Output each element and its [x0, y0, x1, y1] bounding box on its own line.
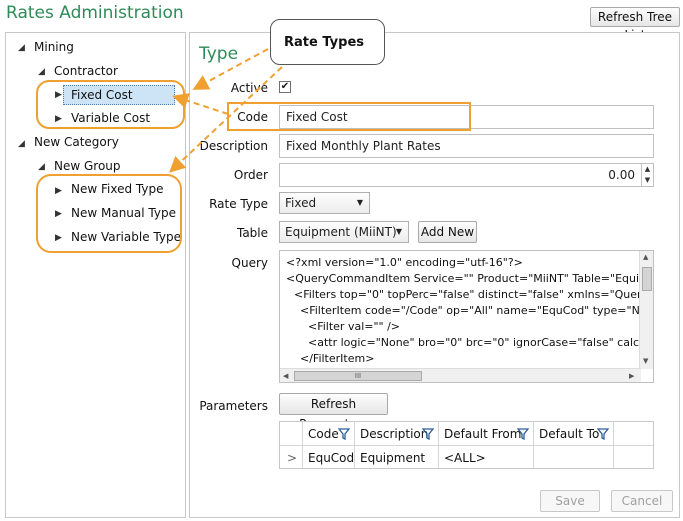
expand-triangle-icon[interactable]: ▶ [55, 233, 62, 243]
query-horizontal-scrollbar[interactable]: ◀ III ▶ [280, 368, 641, 382]
tree-node-variable-cost[interactable]: Variable Cost [71, 111, 150, 125]
collapse-triangle-icon[interactable]: ◢ [38, 67, 45, 77]
checkmark-icon: ✔ [280, 81, 290, 92]
cell-code[interactable]: EquCod [308, 451, 354, 465]
column-header-default-to[interactable]: Default To [539, 427, 599, 441]
refresh-tree-list-button[interactable]: Refresh Tree List [590, 7, 680, 42]
query-line: <Filter val="" /> [308, 320, 401, 333]
filter-icon[interactable] [517, 428, 529, 440]
scroll-left-icon[interactable]: ◀ [283, 372, 288, 380]
query-label: Query [231, 256, 268, 270]
column-header-description[interactable]: Description [360, 427, 428, 441]
app-title: Rates Administration [6, 3, 184, 23]
rate-type-select[interactable]: Fixed ▼ [279, 192, 370, 214]
cell-description[interactable]: Equipment [360, 451, 425, 465]
description-field[interactable]: Fixed Monthly Plant Rates [279, 134, 654, 158]
tree-node-contractor[interactable]: Contractor [54, 64, 118, 78]
dropdown-arrow-icon: ▼ [356, 198, 363, 207]
parameters-label: Parameters [199, 399, 268, 413]
expand-triangle-icon[interactable]: ▶ [55, 90, 62, 100]
active-checkbox[interactable]: ✔ [279, 81, 291, 93]
grid-divider [438, 422, 439, 468]
save-button[interactable]: Save [540, 490, 600, 512]
code-label: Code [237, 110, 268, 124]
query-line: <Filters top="0" topPerc="false" distinc… [294, 288, 654, 301]
scroll-down-icon[interactable]: ▼ [643, 357, 648, 365]
query-line: <?xml version="1.0" encoding="utf-16"?> [286, 256, 523, 269]
tree-node-new-fixed-type[interactable]: New Fixed Type [71, 182, 163, 196]
table-label: Table [236, 226, 268, 240]
order-spinner[interactable]: ▲ ▼ [641, 164, 653, 186]
expand-triangle-icon[interactable]: ▶ [55, 209, 62, 219]
rate-type-label: Rate Type [209, 197, 268, 211]
add-new-button[interactable]: Add New [418, 221, 477, 243]
tree-node-mining[interactable]: Mining [34, 40, 74, 54]
tree-node-new-manual-type[interactable]: New Manual Type [71, 206, 176, 220]
description-label: Description [199, 139, 268, 153]
filter-icon[interactable] [422, 428, 434, 440]
grid-divider [533, 422, 534, 468]
collapse-triangle-icon[interactable]: ◢ [38, 162, 45, 172]
column-header-default-from[interactable]: Default From [444, 427, 521, 441]
query-editor[interactable]: <?xml version="1.0" encoding="utf-16"?> … [279, 250, 654, 383]
query-line: <attr logic="None" bro="0" brc="0" ignor… [308, 336, 654, 349]
table-value: Equipment (MiiNT) [285, 225, 397, 239]
query-line: <QueryCommandItem Service="" Product="Mi… [286, 272, 653, 285]
query-line: <FilterItem code="/Code" op="All" name="… [300, 304, 654, 317]
rate-type-value: Fixed [285, 196, 317, 210]
cell-default-from[interactable]: <ALL> [444, 451, 486, 465]
section-heading: Type [199, 44, 239, 64]
tree-node-fixed-cost[interactable]: Fixed Cost [71, 88, 133, 102]
collapse-triangle-icon[interactable]: ◢ [18, 139, 25, 149]
column-header-code[interactable]: Code [308, 427, 339, 441]
order-field[interactable]: 0.00 [279, 163, 654, 187]
scroll-up-icon[interactable]: ▲ [643, 253, 648, 261]
tree-node-new-category[interactable]: New Category [34, 135, 119, 149]
spin-up-icon[interactable]: ▲ [642, 164, 653, 175]
query-line: </FilterItem> [300, 352, 375, 365]
parameters-grid[interactable]: Code Description Default From Default To… [279, 421, 654, 469]
active-label: Active [230, 81, 268, 95]
scroll-right-icon[interactable]: ▶ [629, 372, 634, 380]
grid-divider [613, 422, 614, 468]
code-field[interactable]: Fixed Cost [279, 105, 654, 129]
filter-icon[interactable] [597, 428, 609, 440]
grid-divider [302, 422, 303, 468]
query-vertical-scrollbar[interactable]: ▲ ▼ [639, 251, 653, 369]
refresh-parameters-button[interactable]: Refresh Parameters [279, 393, 388, 431]
cancel-button[interactable]: Cancel [611, 490, 673, 512]
table-select[interactable]: Equipment (MiiNT) ▼ [279, 221, 409, 243]
row-pointer-icon: > [287, 451, 298, 465]
order-label: Order [233, 168, 268, 182]
scroll-thumb[interactable]: III [294, 371, 422, 381]
tree-node-new-group[interactable]: New Group [54, 159, 121, 173]
rate-types-callout: Rate Types [270, 19, 385, 65]
filter-icon[interactable] [338, 428, 350, 440]
expand-triangle-icon[interactable]: ▶ [55, 186, 62, 196]
expand-triangle-icon[interactable]: ▶ [55, 114, 62, 124]
grid-divider [280, 445, 653, 446]
tree-node-new-variable-type[interactable]: New Variable Type [71, 230, 181, 244]
spin-down-icon[interactable]: ▼ [642, 175, 653, 186]
collapse-triangle-icon[interactable]: ◢ [18, 43, 25, 53]
scroll-thumb[interactable] [642, 267, 652, 291]
dropdown-arrow-icon: ▼ [395, 227, 402, 236]
